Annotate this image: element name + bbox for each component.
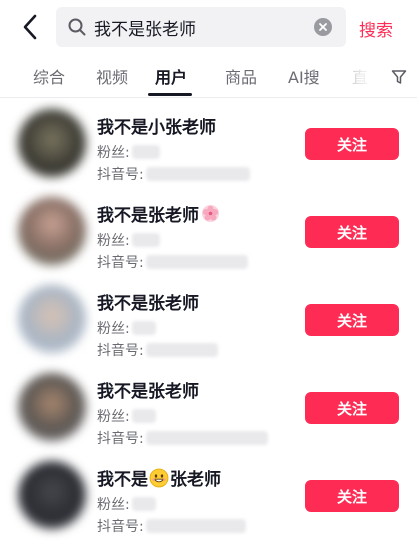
tab-ai-search[interactable]: AI搜 bbox=[288, 64, 320, 88]
blurred-id-value bbox=[145, 519, 246, 533]
fans-count: 粉丝: bbox=[97, 142, 160, 162]
user-name: 我不是张老师 bbox=[97, 294, 199, 314]
user-result-row[interactable]: 我不是 张老师 粉丝: 抖音号: 关注 bbox=[0, 452, 417, 540]
blurred-id-value bbox=[145, 343, 218, 357]
follow-button[interactable]: 关注 bbox=[305, 480, 399, 512]
follow-button[interactable]: 关注 bbox=[305, 392, 399, 424]
blurred-id-value bbox=[145, 167, 250, 181]
douyin-id: 抖音号: bbox=[97, 164, 250, 184]
follow-button[interactable]: 关注 bbox=[305, 128, 399, 160]
fans-count: 粉丝: bbox=[97, 406, 156, 426]
douyin-id: 抖音号: bbox=[97, 340, 218, 360]
search-icon bbox=[66, 16, 88, 38]
clear-icon bbox=[319, 23, 327, 31]
blurred-fans-value bbox=[131, 233, 160, 247]
search-input[interactable] bbox=[94, 7, 304, 47]
blurred-id-value bbox=[145, 431, 268, 445]
search-box[interactable] bbox=[56, 7, 346, 47]
douyin-id: 抖音号: bbox=[97, 252, 248, 272]
fans-count: 粉丝: bbox=[97, 494, 156, 514]
search-header: 搜索 bbox=[0, 0, 417, 56]
user-result-row[interactable]: 我不是小张老师 粉丝: 抖音号: 关注 bbox=[0, 100, 417, 188]
douyin-id: 抖音号: bbox=[97, 428, 268, 448]
tab-users[interactable]: 用户 bbox=[155, 64, 187, 88]
user-result-row[interactable]: 我不是张老师 粉丝: 抖音号: 关注 bbox=[0, 188, 417, 276]
tab-fade bbox=[340, 56, 380, 96]
clear-search-button[interactable] bbox=[314, 18, 332, 36]
search-submit-button[interactable]: 搜索 bbox=[359, 16, 393, 41]
user-name: 我不是小张老师 bbox=[97, 118, 216, 138]
avatar[interactable] bbox=[18, 109, 86, 177]
fans-count: 粉丝: bbox=[97, 230, 160, 250]
avatar[interactable] bbox=[18, 373, 86, 441]
result-tabs: 综合 视频 用户 商品 AI搜 直 bbox=[0, 56, 417, 98]
blurred-fans-value bbox=[131, 497, 156, 511]
follow-button[interactable]: 关注 bbox=[305, 216, 399, 248]
tab-comprehensive[interactable]: 综合 bbox=[33, 64, 65, 88]
user-name: 我不是张老师 bbox=[97, 382, 199, 402]
filter-icon bbox=[391, 70, 407, 84]
blurred-fans-value bbox=[131, 145, 160, 159]
avatar[interactable] bbox=[18, 197, 86, 265]
cherry-blossom-emoji-icon bbox=[201, 204, 220, 223]
grinning-face-emoji-icon bbox=[149, 468, 169, 487]
douyin-id: 抖音号: bbox=[97, 516, 246, 536]
active-tab-indicator bbox=[148, 93, 192, 96]
filter-button[interactable] bbox=[384, 64, 414, 90]
avatar[interactable] bbox=[18, 461, 86, 529]
fans-count: 粉丝: bbox=[97, 318, 156, 338]
back-button[interactable] bbox=[14, 10, 48, 44]
user-result-row[interactable]: 我不是张老师 粉丝: 抖音号: 关注 bbox=[0, 276, 417, 364]
blurred-id-value bbox=[145, 255, 248, 269]
follow-button[interactable]: 关注 bbox=[305, 304, 399, 336]
blurred-fans-value bbox=[131, 321, 156, 335]
tab-products[interactable]: 商品 bbox=[225, 64, 257, 88]
user-name: 我不是 张老师 bbox=[97, 465, 221, 490]
back-arrow-icon bbox=[23, 14, 37, 40]
user-result-list: 我不是小张老师 粉丝: 抖音号: 关注 我不是张老师 粉丝: 抖音号: 关注 我… bbox=[0, 100, 417, 540]
blurred-fans-value bbox=[131, 409, 156, 423]
user-result-row[interactable]: 我不是张老师 粉丝: 抖音号: 关注 bbox=[0, 364, 417, 452]
avatar[interactable] bbox=[18, 285, 86, 353]
user-name: 我不是张老师 bbox=[97, 201, 220, 226]
tab-videos[interactable]: 视频 bbox=[96, 64, 128, 88]
